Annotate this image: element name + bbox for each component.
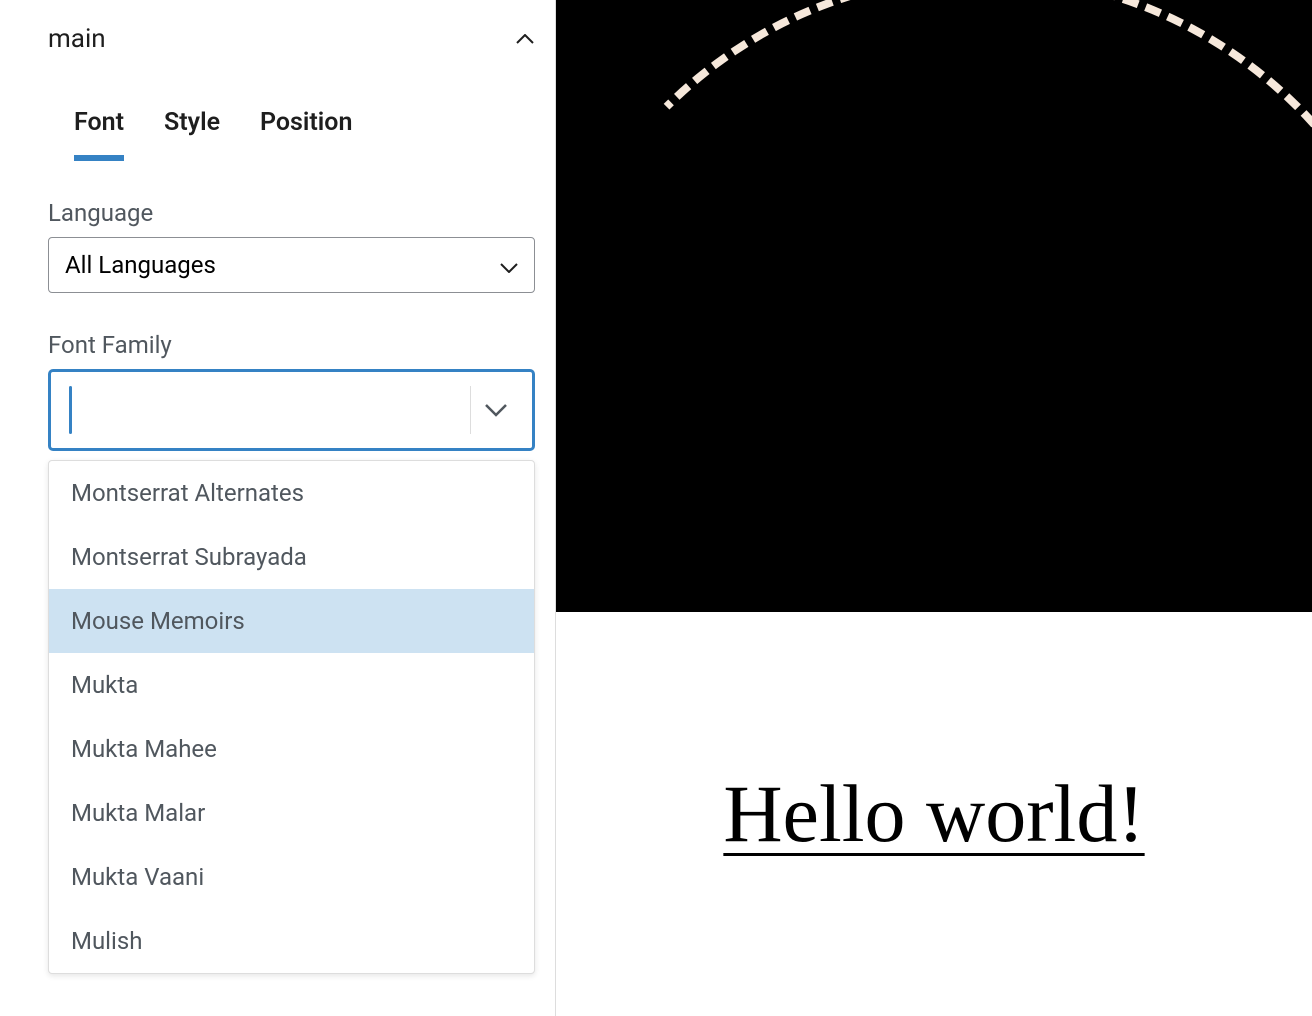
tab-position[interactable]: Position [260,108,352,161]
text-cursor [69,386,72,434]
panel-header[interactable]: main [0,0,555,78]
font-family-combobox[interactable]: Montserrat Alternates Montserrat Subraya… [48,369,535,451]
combobox-toggle[interactable] [470,386,520,434]
language-select[interactable]: All Languages [48,237,535,293]
headline-link[interactable]: Hello world! [723,767,1144,861]
preview-pane: Hello world! [556,0,1312,1016]
font-option[interactable]: Mukta [49,653,534,717]
font-option[interactable]: Montserrat Alternates [49,461,534,525]
panel-title: main [48,24,106,54]
font-family-input[interactable] [63,372,470,448]
chevron-up-icon[interactable] [515,29,535,49]
language-group: Language All Languages [48,199,535,293]
language-label: Language [48,199,535,227]
dashed-arc-decoration [556,0,1312,612]
tabs: Font Style Position [48,78,535,161]
font-family-label: Font Family [48,331,535,359]
language-value: All Languages [65,251,216,279]
font-option[interactable]: Mukta Vaani [49,845,534,909]
font-option[interactable]: Mukta Malar [49,781,534,845]
font-option[interactable]: Mouse Memoirs [49,589,534,653]
font-option[interactable]: Montserrat Subrayada [49,525,534,589]
tab-font[interactable]: Font [74,108,124,161]
chevron-down-icon [500,251,518,279]
preview-content: Hello world! [556,612,1312,1016]
preview-hero [556,0,1312,612]
font-option[interactable]: Mukta Mahee [49,717,534,781]
settings-sidebar: main Font Style Position Language All La… [0,0,556,1016]
font-family-group: Font Family Montserrat Alternates Montse… [48,331,535,451]
tab-style[interactable]: Style [164,108,220,161]
font-family-dropdown: Montserrat Alternates Montserrat Subraya… [48,460,535,974]
font-option[interactable]: Mulish [49,909,534,973]
